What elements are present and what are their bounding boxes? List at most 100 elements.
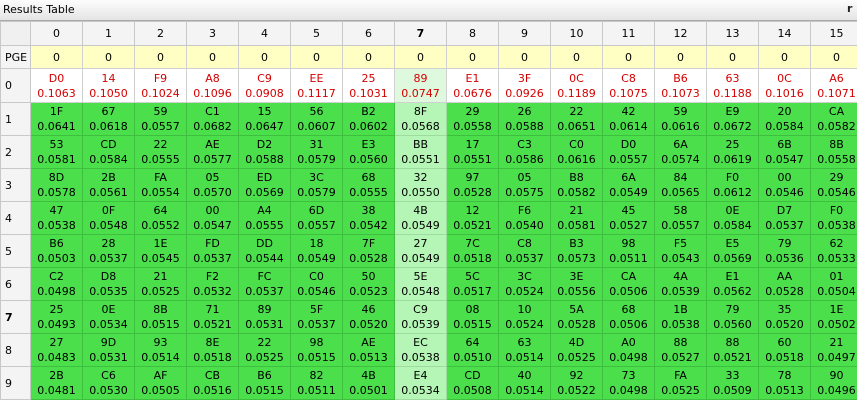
table-cell[interactable]: 21 0.0497 — [810, 333, 857, 367]
table-cell[interactable]: EC 0.0538 — [394, 333, 447, 367]
table-cell[interactable]: 33 0.0509 — [706, 366, 759, 400]
table-cell[interactable]: 59 0.0616 — [654, 102, 707, 136]
table-cell[interactable]: 29 0.0558 — [446, 102, 499, 136]
table-cell[interactable]: 31 0.0579 — [290, 135, 343, 169]
table-cell[interactable]: 8F 0.0568 — [394, 102, 447, 136]
table-cell[interactable]: DD 0.0544 — [238, 234, 291, 268]
table-cell[interactable]: 3C 0.0524 — [498, 267, 551, 301]
table-cell[interactable]: CA 0.0506 — [602, 267, 655, 301]
table-cell[interactable]: 3E 0.0556 — [550, 267, 603, 301]
table-cell[interactable]: 15 0.0647 — [238, 102, 291, 136]
table-cell[interactable]: 7C 0.0518 — [446, 234, 499, 268]
column-header-3[interactable]: 3 — [186, 21, 239, 46]
row-header-9[interactable]: 9 — [0, 366, 31, 400]
table-cell[interactable]: 0C 0.1189 — [550, 68, 603, 103]
table-cell[interactable]: B6 0.0503 — [30, 234, 83, 268]
table-cell[interactable]: 56 0.0607 — [290, 102, 343, 136]
table-cell[interactable]: 4B 0.0549 — [394, 201, 447, 235]
table-cell[interactable]: CB 0.0516 — [186, 366, 239, 400]
column-header-6[interactable]: 6 — [342, 21, 395, 46]
table-cell[interactable]: 62 0.0533 — [810, 234, 857, 268]
row-header-5[interactable]: 5 — [0, 234, 31, 268]
table-cell[interactable]: 25 0.1031 — [342, 68, 395, 103]
column-header-4[interactable]: 4 — [238, 21, 291, 46]
pge-cell[interactable]: 0 — [30, 45, 83, 69]
table-cell[interactable]: C3 0.0586 — [498, 135, 551, 169]
column-header-10[interactable]: 10 — [550, 21, 603, 46]
table-cell[interactable]: 7F 0.0528 — [342, 234, 395, 268]
window-menu-icon[interactable]: r — [847, 2, 852, 15]
table-cell[interactable]: 90 0.0496 — [810, 366, 857, 400]
table-cell[interactable]: C8 0.1075 — [602, 68, 655, 103]
table-cell[interactable]: CD 0.0584 — [82, 135, 135, 169]
table-cell[interactable]: 4A 0.0539 — [654, 267, 707, 301]
table-cell[interactable]: 40 0.0514 — [498, 366, 551, 400]
table-cell[interactable]: FA 0.0525 — [654, 366, 707, 400]
table-cell[interactable]: AA 0.0528 — [758, 267, 811, 301]
column-header-13[interactable]: 13 — [706, 21, 759, 46]
column-header-14[interactable]: 14 — [758, 21, 811, 46]
table-cell[interactable]: 22 0.0525 — [238, 333, 291, 367]
pge-cell[interactable]: 0 — [446, 45, 499, 69]
table-cell[interactable]: B6 0.0515 — [238, 366, 291, 400]
pge-cell[interactable]: 0 — [238, 45, 291, 69]
table-cell[interactable]: 84 0.0565 — [654, 168, 707, 202]
table-cell[interactable]: F0 0.0612 — [706, 168, 759, 202]
table-cell[interactable]: 3C 0.0579 — [290, 168, 343, 202]
table-cell[interactable]: 5E 0.0548 — [394, 267, 447, 301]
pge-cell[interactable]: 0 — [134, 45, 187, 69]
pge-cell[interactable]: 0 — [654, 45, 707, 69]
table-cell[interactable]: 32 0.0550 — [394, 168, 447, 202]
table-cell[interactable]: EE 0.1117 — [290, 68, 343, 103]
table-cell[interactable]: FC 0.0537 — [238, 267, 291, 301]
table-cell[interactable]: 26 0.0588 — [498, 102, 551, 136]
row-header-6[interactable]: 6 — [0, 267, 31, 301]
table-cell[interactable]: 60 0.0518 — [758, 333, 811, 367]
table-cell[interactable]: 3F 0.0926 — [498, 68, 551, 103]
table-cell[interactable]: 22 0.0555 — [134, 135, 187, 169]
table-cell[interactable]: E9 0.0672 — [706, 102, 759, 136]
table-cell[interactable]: C8 0.0537 — [498, 234, 551, 268]
table-cell[interactable]: 1E 0.0545 — [134, 234, 187, 268]
table-cell[interactable]: 00 0.0546 — [758, 168, 811, 202]
pge-cell[interactable]: 0 — [290, 45, 343, 69]
table-cell[interactable]: 0F 0.0548 — [82, 201, 135, 235]
table-cell[interactable]: 47 0.0538 — [30, 201, 83, 235]
table-cell[interactable]: 8E 0.0518 — [186, 333, 239, 367]
table-cell[interactable]: 64 0.0552 — [134, 201, 187, 235]
table-cell[interactable]: D0 0.0557 — [602, 135, 655, 169]
column-header-1[interactable]: 1 — [82, 21, 135, 46]
table-cell[interactable]: 6B 0.0547 — [758, 135, 811, 169]
table-cell[interactable]: 28 0.0537 — [82, 234, 135, 268]
table-cell[interactable]: 8B 0.0558 — [810, 135, 857, 169]
table-cell[interactable]: B2 0.0602 — [342, 102, 395, 136]
table-cell[interactable]: 4D 0.0525 — [550, 333, 603, 367]
table-cell[interactable]: 88 0.0521 — [706, 333, 759, 367]
table-cell[interactable]: 79 0.0560 — [706, 300, 759, 334]
table-cell[interactable]: 68 0.0555 — [342, 168, 395, 202]
table-cell[interactable]: F9 0.1024 — [134, 68, 187, 103]
table-cell[interactable]: 6D 0.0557 — [290, 201, 343, 235]
column-header-7[interactable]: 7 — [394, 21, 447, 46]
table-cell[interactable]: 79 0.0536 — [758, 234, 811, 268]
column-header-8[interactable]: 8 — [446, 21, 499, 46]
table-cell[interactable]: 21 0.0581 — [550, 201, 603, 235]
table-cell[interactable]: E3 0.0560 — [342, 135, 395, 169]
table-cell[interactable]: 25 0.0493 — [30, 300, 83, 334]
table-cell[interactable]: C6 0.0530 — [82, 366, 135, 400]
pge-cell[interactable]: 0 — [498, 45, 551, 69]
table-cell[interactable]: 29 0.0546 — [810, 168, 857, 202]
table-cell[interactable]: 82 0.0511 — [290, 366, 343, 400]
pge-cell[interactable]: 0 — [394, 45, 447, 69]
table-cell[interactable]: 00 0.0547 — [186, 201, 239, 235]
pge-cell[interactable]: 0 — [186, 45, 239, 69]
table-cell[interactable]: CD 0.0508 — [446, 366, 499, 400]
table-cell[interactable]: A0 0.0498 — [602, 333, 655, 367]
column-header-15[interactable]: 15 — [810, 21, 857, 46]
pge-cell[interactable]: 0 — [810, 45, 857, 69]
results-grid[interactable]: 0 1 2 3 4 5 6 7 8 9 10 11 12 13 14 15 PGE 0 0 0 0 0 0 0 0 0 0 0 0 0 0 0… — [0, 21, 857, 400]
table-cell[interactable]: 25 0.0619 — [706, 135, 759, 169]
table-cell[interactable]: 98 0.0515 — [290, 333, 343, 367]
table-cell[interactable]: C1 0.0682 — [186, 102, 239, 136]
table-cell[interactable]: F5 0.0543 — [654, 234, 707, 268]
